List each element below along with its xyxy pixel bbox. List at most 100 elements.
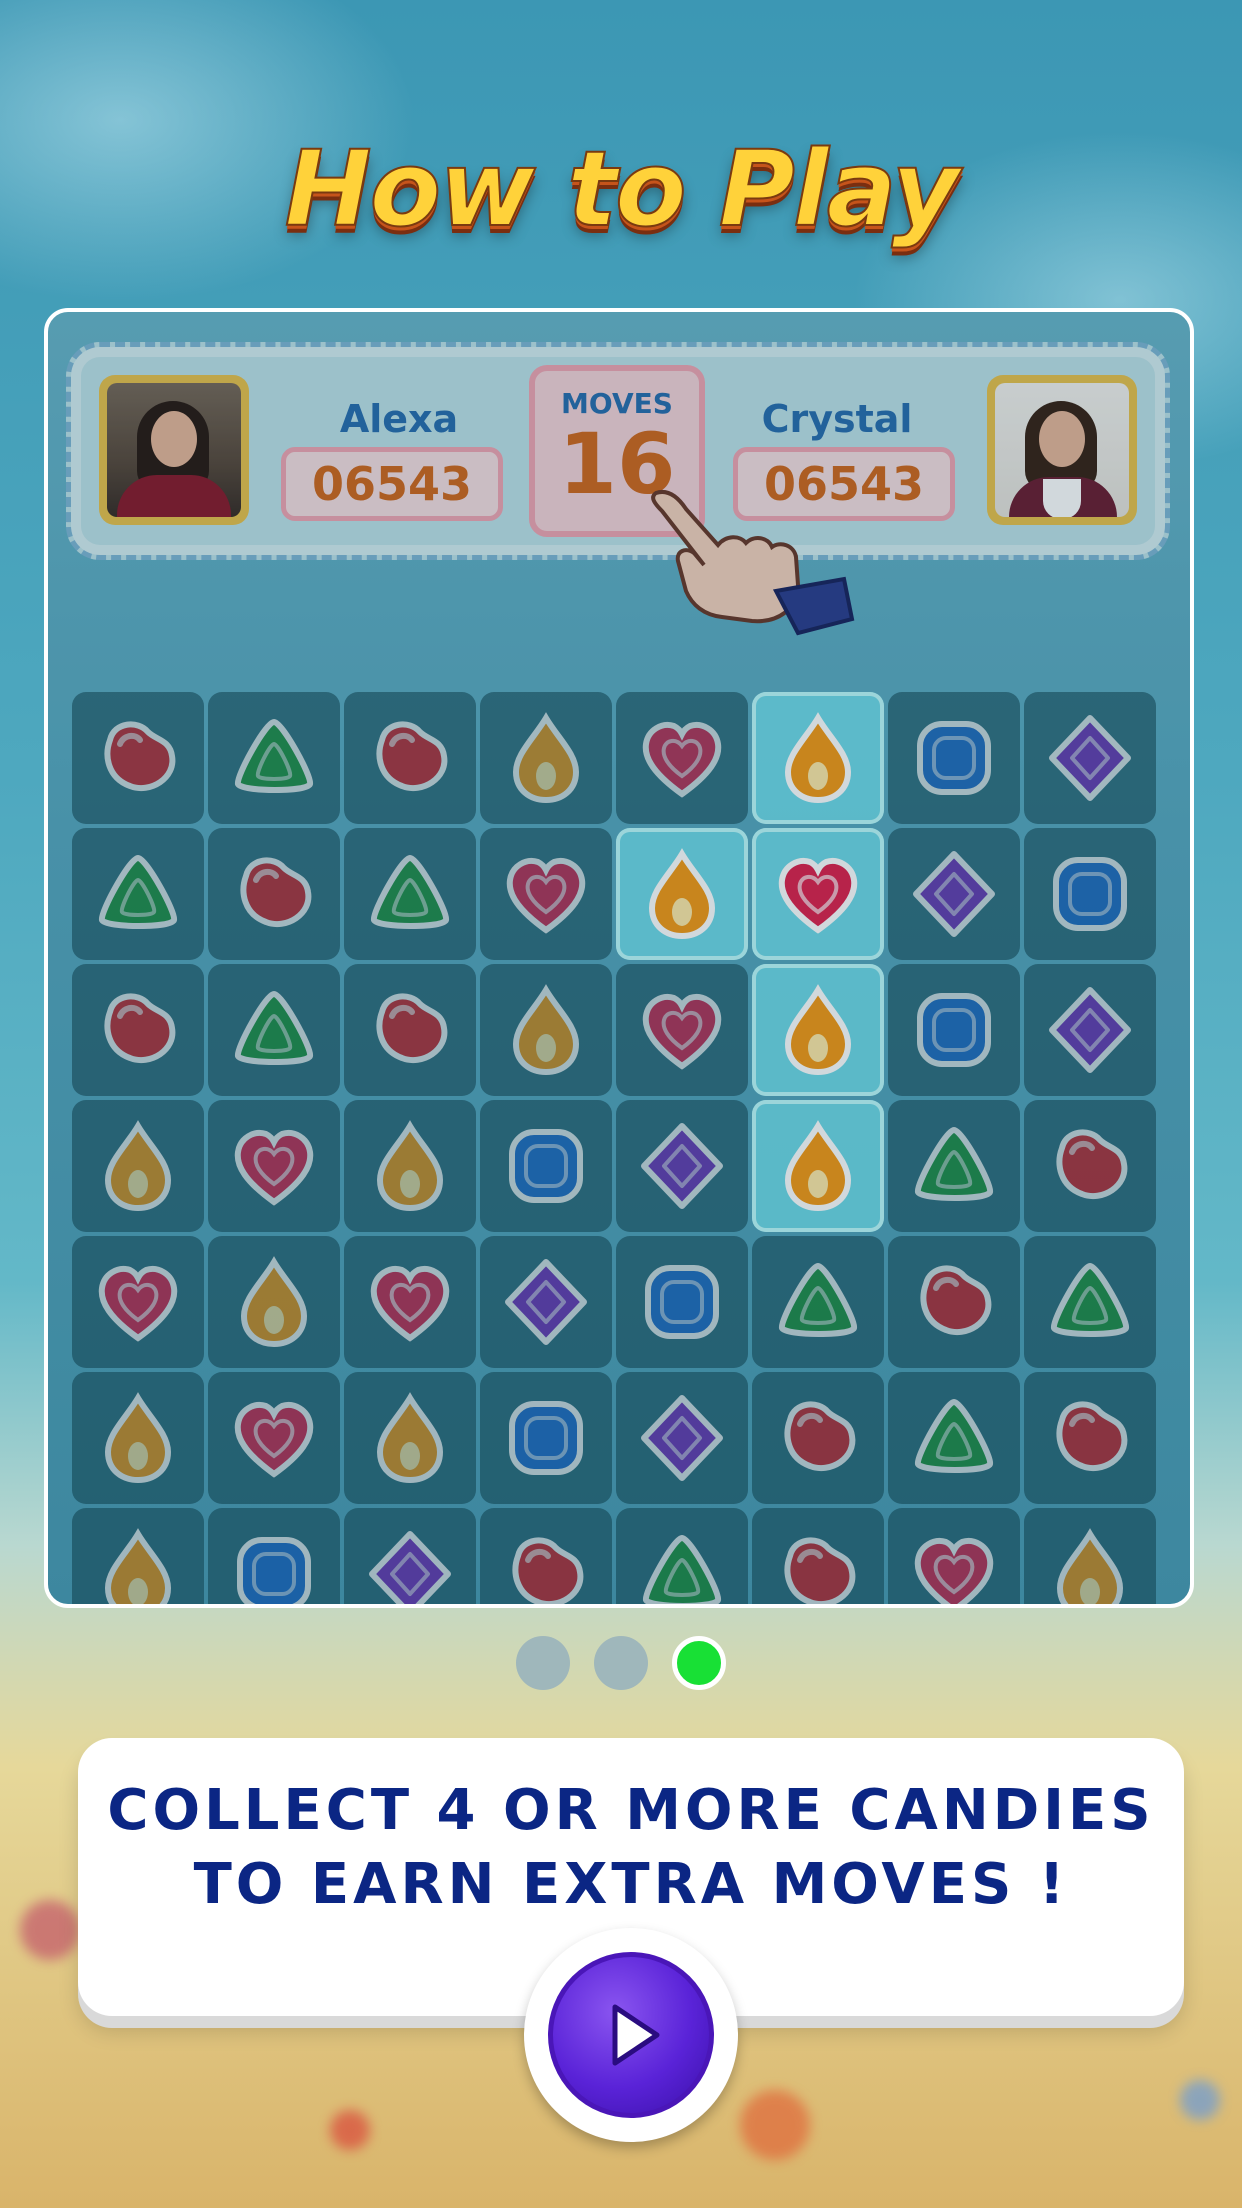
candy-cell-heart[interactable] xyxy=(208,1100,340,1232)
candy-cell-triangle[interactable] xyxy=(888,1100,1020,1232)
candy-cell-bean[interactable] xyxy=(752,1372,884,1504)
triangle-candy-icon xyxy=(99,854,177,929)
candy-cell-drop[interactable] xyxy=(480,964,612,1096)
avatar-left xyxy=(99,375,249,525)
candy-cell-bean[interactable] xyxy=(344,964,476,1096)
candy-cell-bean[interactable] xyxy=(72,964,204,1096)
candy-cell-triangle[interactable] xyxy=(616,1508,748,1604)
page-title: How to Play xyxy=(284,127,961,251)
candy-cell-triangle[interactable] xyxy=(72,828,204,960)
drop-candy-icon xyxy=(512,984,580,1076)
player-name-left: Alexa xyxy=(339,397,459,441)
candy-board[interactable] xyxy=(72,692,1156,1604)
candy-cell-heart[interactable] xyxy=(72,1236,204,1368)
square-candy-icon xyxy=(237,1537,311,1604)
candy-cell-drop[interactable] xyxy=(208,1236,340,1368)
candy-cell-heart[interactable] xyxy=(616,692,748,824)
candy-cell-triangle[interactable] xyxy=(208,692,340,824)
candy-cell-drop[interactable] xyxy=(480,692,612,824)
candy-cell-drop[interactable] xyxy=(752,1100,884,1232)
candy-cell-diamond[interactable] xyxy=(616,1100,748,1232)
candy-cell-square[interactable] xyxy=(480,1100,612,1232)
square-candy-icon xyxy=(509,1129,583,1203)
drop-candy-icon xyxy=(240,1256,308,1348)
candy-cell-diamond[interactable] xyxy=(1024,964,1156,1096)
bean-candy-icon xyxy=(1056,1129,1128,1199)
candy-cell-bean[interactable] xyxy=(72,692,204,824)
candy-cell-square[interactable] xyxy=(1024,828,1156,960)
triangle-candy-icon xyxy=(915,1126,993,1201)
bean-candy-icon xyxy=(104,721,176,791)
drop-candy-icon xyxy=(376,1120,444,1212)
candy-cell-bean[interactable] xyxy=(208,828,340,960)
bean-candy-icon xyxy=(784,1537,856,1604)
heart-candy-icon xyxy=(642,722,722,798)
candy-cell-bean[interactable] xyxy=(752,1508,884,1604)
candy-cell-square[interactable] xyxy=(888,692,1020,824)
pagination-dot[interactable] xyxy=(516,1636,570,1690)
candy-cell-drop[interactable] xyxy=(752,964,884,1096)
heart-candy-icon xyxy=(506,858,586,934)
candy-cell-heart[interactable] xyxy=(752,828,884,960)
drop-candy-icon xyxy=(104,1120,172,1212)
candy-cell-drop[interactable] xyxy=(72,1508,204,1604)
triangle-candy-icon xyxy=(915,1398,993,1473)
heart-candy-icon xyxy=(234,1402,314,1478)
candy-cell-triangle[interactable] xyxy=(752,1236,884,1368)
square-candy-icon xyxy=(1053,857,1127,931)
candy-cell-bean[interactable] xyxy=(1024,1100,1156,1232)
drop-candy-icon xyxy=(784,1120,852,1212)
candy-cell-drop[interactable] xyxy=(72,1100,204,1232)
candy-cell-triangle[interactable] xyxy=(208,964,340,1096)
bean-candy-icon xyxy=(920,1265,992,1335)
candy-cell-diamond[interactable] xyxy=(888,828,1020,960)
candy-cell-diamond[interactable] xyxy=(344,1508,476,1604)
candy-cell-bean[interactable] xyxy=(888,1236,1020,1368)
candy-cell-square[interactable] xyxy=(208,1508,340,1604)
candy-cell-square[interactable] xyxy=(616,1236,748,1368)
candy-cell-diamond[interactable] xyxy=(480,1236,612,1368)
candy-cell-bean[interactable] xyxy=(480,1508,612,1604)
bean-candy-icon xyxy=(1056,1401,1128,1471)
candy-cell-bean[interactable] xyxy=(1024,1372,1156,1504)
diamond-candy-icon xyxy=(1049,715,1131,801)
pagination-dot[interactable] xyxy=(672,1636,726,1690)
play-button[interactable] xyxy=(524,1928,738,2142)
candy-cell-drop[interactable] xyxy=(752,692,884,824)
candy-cell-square[interactable] xyxy=(888,964,1020,1096)
pagination-dots xyxy=(0,1636,1242,1690)
bean-candy-icon xyxy=(376,993,448,1063)
candy-cell-drop[interactable] xyxy=(72,1372,204,1504)
instruction-text: COLLECT 4 OR MORE CANDIES TO EARN EXTRA … xyxy=(78,1774,1184,1922)
square-candy-icon xyxy=(645,1265,719,1339)
square-candy-icon xyxy=(917,721,991,795)
triangle-candy-icon xyxy=(235,990,313,1065)
candy-cell-drop[interactable] xyxy=(344,1100,476,1232)
drop-candy-icon xyxy=(784,712,852,804)
drop-candy-icon xyxy=(512,712,580,804)
candy-cell-drop[interactable] xyxy=(616,828,748,960)
heart-candy-icon xyxy=(778,858,858,934)
candy-cell-heart[interactable] xyxy=(888,1508,1020,1604)
drop-candy-icon xyxy=(648,848,716,940)
candy-cell-triangle[interactable] xyxy=(888,1372,1020,1504)
candy-cell-square[interactable] xyxy=(480,1372,612,1504)
instruction-line-1: COLLECT 4 OR MORE CANDIES xyxy=(107,1778,1155,1843)
square-candy-icon xyxy=(509,1401,583,1475)
pagination-dot[interactable] xyxy=(594,1636,648,1690)
candy-cell-heart[interactable] xyxy=(480,828,612,960)
candy-cell-drop[interactable] xyxy=(344,1372,476,1504)
candy-cell-heart[interactable] xyxy=(208,1372,340,1504)
candy-cell-triangle[interactable] xyxy=(1024,1236,1156,1368)
triangle-candy-icon xyxy=(1051,1262,1129,1337)
candy-cell-bean[interactable] xyxy=(344,692,476,824)
candy-cell-triangle[interactable] xyxy=(344,828,476,960)
heart-candy-icon xyxy=(914,1538,994,1604)
candy-cell-heart[interactable] xyxy=(616,964,748,1096)
candy-cell-diamond[interactable] xyxy=(616,1372,748,1504)
candy-cell-drop[interactable] xyxy=(1024,1508,1156,1604)
candy-cell-heart[interactable] xyxy=(344,1236,476,1368)
diamond-candy-icon xyxy=(641,1123,723,1209)
candy-cell-diamond[interactable] xyxy=(1024,692,1156,824)
heart-candy-icon xyxy=(370,1266,450,1342)
